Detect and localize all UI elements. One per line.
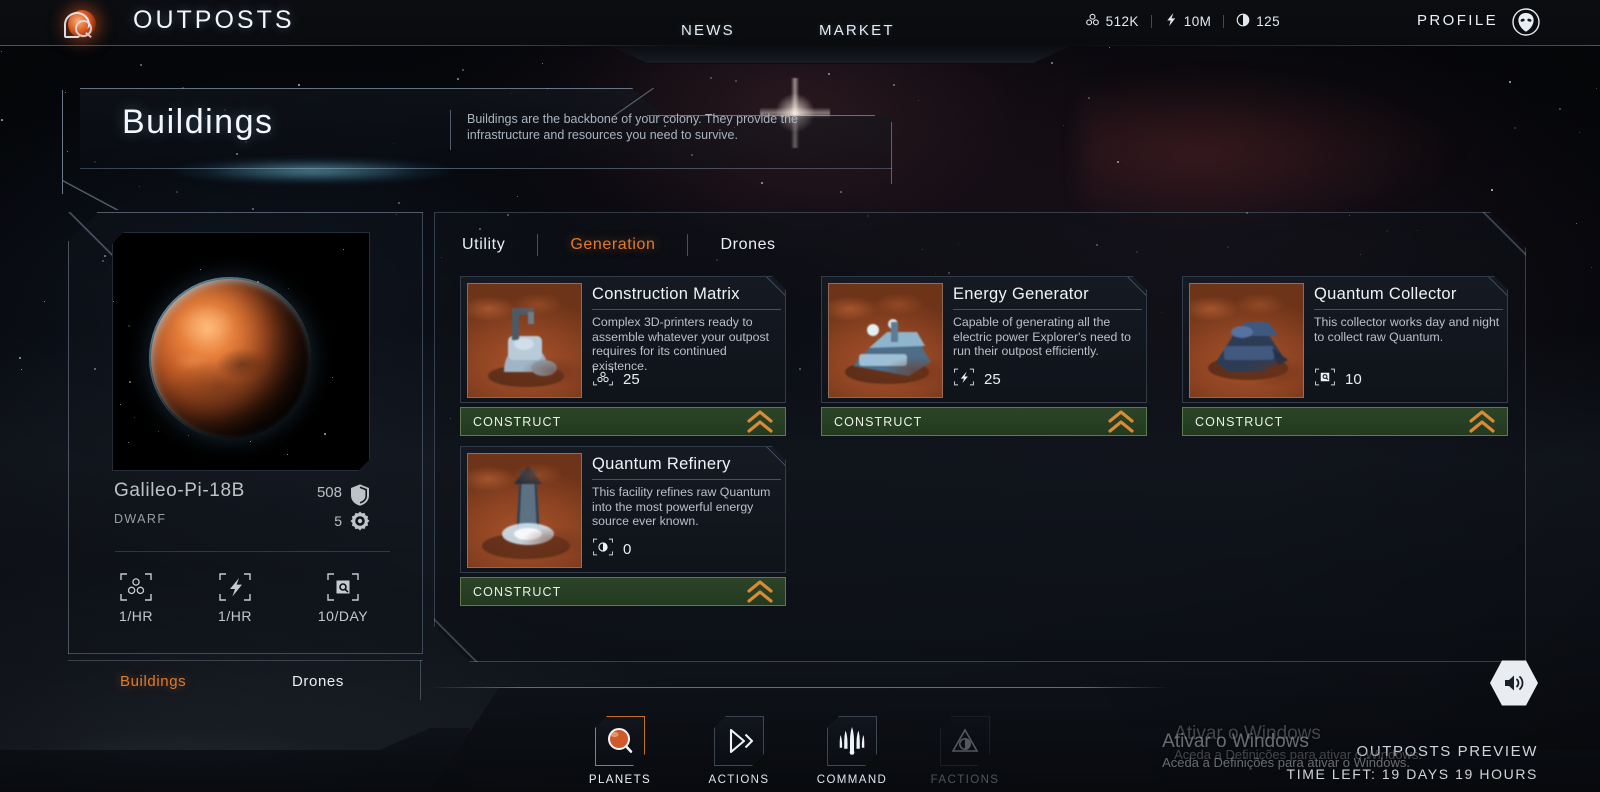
watermark-line-1: Ativar o Windows [1162,731,1309,752]
planet-image[interactable] [112,232,370,471]
divider [1223,14,1225,28]
building-card: Quantum Refinery This facility refines ra… [460,446,786,606]
building-card: Construction Matrix Complex 3D-printers r… [460,276,786,436]
construct-button-label: CONSTRUCT [834,414,923,429]
play-chevron-icon [714,716,764,766]
brand-title: OUTPOSTS [133,6,295,34]
stat-minerals[interactable]: 512K [1085,12,1139,30]
building-card-body: Quantum Refinery This facility refines ra… [460,446,786,573]
stat-quantum-value: 125 [1256,13,1280,29]
building-description: This collector works day and night to co… [1314,315,1500,344]
bottom-nav-factions-label: FACTIONS [930,774,1000,786]
tab-utility[interactable]: Utility [456,236,511,254]
planet-search-icon [595,716,645,766]
building-card: Energy Generator Capable of generating al… [821,276,1147,436]
resource-stats: 512K 10M 125 [1085,12,1280,30]
divider [450,110,451,150]
building-cost: 10 [1314,367,1362,392]
building-card-body: Construction Matrix Complex 3D-printers r… [460,276,786,403]
bottom-nav-factions[interactable]: FACTIONS [905,716,1025,786]
command-crest-icon [827,716,877,766]
top-bar: OUTPOSTS NEWS MARKET 512K 10M 125 PROFIL… [0,0,1600,46]
double-chevron-up-icon [745,409,775,440]
outposts-logo-icon[interactable] [62,4,102,44]
topbar-underline [0,45,1600,46]
refined-quantum-icon [592,537,614,562]
nav-news[interactable]: NEWS [681,22,735,39]
energy-icon [1164,12,1178,30]
page-subtitle: Buildings are the backbone of your colon… [467,112,798,142]
building-title: Energy Generator [953,285,1089,303]
building-description: Capable of generating all the electric p… [953,315,1132,359]
profile-button[interactable]: PROFILE [1417,12,1498,29]
divider [1150,14,1152,28]
construct-button-label: CONSTRUCT [473,584,562,599]
stat-energy-value: 10M [1183,13,1212,29]
construction-matrix-thumb[interactable] [467,283,582,398]
stat-quantum[interactable]: 125 [1236,13,1280,30]
stat-minerals-value: 512K [1105,13,1139,29]
construct-button[interactable]: CONSTRUCT [821,407,1147,436]
double-chevron-up-icon [1467,409,1497,440]
heading-glow [172,158,452,184]
building-cost-value: 25 [623,371,640,388]
bottom-nav-planets[interactable]: PLANETS [560,716,680,786]
tab-generation[interactable]: Generation [564,236,661,254]
building-card-body: Quantum Collector This collector works da… [1182,276,1508,403]
building-card-list: Construction Matrix Complex 3D-printers r… [460,276,1520,606]
planet-panel [68,212,423,654]
energy-generator-thumb[interactable] [828,283,943,398]
construct-button[interactable]: CONSTRUCT [1182,407,1508,436]
quantum-collector-thumb[interactable] [1189,283,1304,398]
sound-toggle-button[interactable] [1490,659,1538,707]
quantum-refinery-thumb[interactable] [467,453,582,568]
construct-button-label: CONSTRUCT [473,414,562,429]
alien-avatar-icon[interactable] [1510,6,1542,38]
construct-button-label: CONSTRUCT [1195,414,1284,429]
bottom-nav-actions-label: ACTIONS [708,774,770,786]
construct-button[interactable]: CONSTRUCT [460,407,786,436]
building-cost-value: 10 [1345,371,1362,388]
stat-energy[interactable]: 10M [1164,12,1211,30]
minerals-icon [592,367,614,392]
bottom-nav-actions[interactable]: ACTIONS [679,716,799,786]
buildings-panel: Utility Generation Drones Construction M… [434,212,1526,662]
page-heading: Buildings Buildings are the backbone of … [62,88,892,210]
building-card: Quantum Collector This collector works da… [1182,276,1508,436]
building-card-body: Energy Generator Capable of generating al… [821,276,1147,403]
building-title: Construction Matrix [592,285,740,303]
building-cost: 25 [592,367,640,392]
factions-icon [940,716,990,766]
bottom-nav-planets-label: PLANETS [588,774,652,786]
building-cost-value: 0 [623,541,632,558]
building-title: Quantum Collector [1314,285,1457,303]
heading-bracket [62,90,119,210]
building-description: Complex 3D-printers ready to assemble wh… [592,315,770,373]
tab-drones[interactable]: Drones [714,236,781,254]
bottom-nav-command[interactable]: COMMAND [792,716,912,786]
divider [537,234,539,256]
watermark-line-2: Aceda a Definições para ativar o Windows… [1162,755,1410,770]
quantum-icon [1236,13,1250,30]
building-title: Quantum Refinery [592,455,731,473]
nav-market[interactable]: MARKET [819,22,895,39]
building-cost-value: 25 [984,371,1001,388]
windows-activation-watermark: Ativar o Windows Aceda a Definições para… [1162,731,1410,770]
divider [687,234,689,256]
double-chevron-up-icon [745,579,775,610]
building-cost: 25 [953,367,1001,392]
category-tabs: Utility Generation Drones [456,230,782,260]
quantum-icon [1314,367,1336,392]
page-title: Buildings [122,103,274,141]
minerals-icon [1085,12,1100,30]
construct-button[interactable]: CONSTRUCT [460,577,786,606]
bottom-nav-command-label: COMMAND [816,774,888,786]
sound-on-icon [1505,675,1524,691]
building-description: This facility refines raw Quantum into t… [592,485,771,529]
energy-icon [953,367,975,392]
building-cost: 0 [592,537,631,562]
double-chevron-up-icon [1106,409,1136,440]
